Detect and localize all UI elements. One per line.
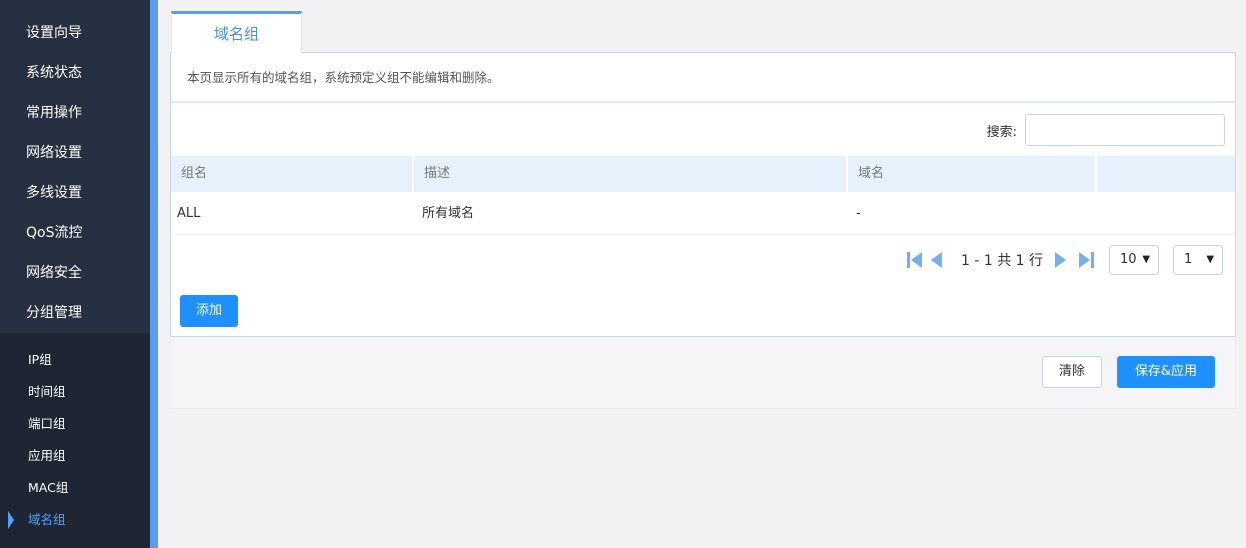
nav-item-network-settings[interactable]: 网络设置 — [0, 133, 150, 173]
sidebar: 设置向导 系统状态 常用操作 网络设置 多线设置 QoS流控 网络安全 分组管理… — [0, 0, 150, 548]
nav-item-common-ops[interactable]: 常用操作 — [0, 93, 150, 133]
chevron-down-icon: ▼ — [1206, 254, 1215, 265]
nav-item-network-security[interactable]: 网络安全 — [0, 253, 150, 293]
last-page-icon[interactable] — [1079, 252, 1095, 268]
submenu-group-management: IP组 时间组 端口组 应用组 MAC组 域名组 — [0, 333, 150, 548]
add-button[interactable]: 添加 — [180, 295, 238, 327]
page-description: 本页显示所有的域名组，系统预定义组不能编辑和删除。 — [171, 53, 1235, 103]
sub-item-time-group[interactable]: 时间组 — [0, 376, 150, 408]
next-page-icon[interactable] — [1055, 252, 1071, 268]
table-header: 组名 描述 域名 — [171, 156, 1235, 192]
cell-description: 所有域名 — [422, 206, 475, 221]
search-label: 搜索: — [986, 124, 1017, 140]
table-row[interactable]: ALL 所有域名 - — [171, 192, 1235, 235]
cell-domain: - — [856, 206, 861, 221]
sidebar-divider[interactable] — [150, 0, 158, 548]
chevron-down-icon: ▼ — [1142, 254, 1151, 265]
sub-item-ip-group[interactable]: IP组 — [0, 344, 150, 376]
page-value: 1 — [1184, 252, 1193, 267]
pagination-summary: 1 - 1 共 1 行 — [961, 253, 1044, 269]
clear-button[interactable]: 清除 — [1042, 356, 1102, 388]
cell-group-name: ALL — [177, 206, 201, 221]
column-header-description[interactable]: 描述 — [414, 156, 848, 192]
column-header-group-name[interactable]: 组名 — [171, 156, 414, 192]
sub-item-domain-group-label: 域名组 — [28, 512, 66, 527]
column-header-actions — [1097, 156, 1235, 192]
tab-domain-group[interactable]: 域名组 — [171, 11, 302, 53]
footer-actions: 清除 保存&应用 — [170, 337, 1236, 409]
nav-item-system-status[interactable]: 系统状态 — [0, 53, 150, 93]
prev-page-icon[interactable] — [931, 252, 947, 268]
nav-item-group-management[interactable]: 分组管理 — [0, 293, 150, 333]
first-page-icon[interactable] — [907, 252, 923, 268]
content-panel: 本页显示所有的域名组，系统预定义组不能编辑和删除。 搜索: 组名 描述 域名 A… — [170, 52, 1236, 337]
active-marker-icon — [8, 511, 14, 529]
sub-item-app-group[interactable]: 应用组 — [0, 440, 150, 472]
column-header-domain[interactable]: 域名 — [848, 156, 1097, 192]
per-page-select[interactable]: 10 ▼ — [1109, 245, 1160, 275]
cell-actions — [1097, 192, 1235, 234]
save-apply-button[interactable]: 保存&应用 — [1117, 356, 1215, 388]
sub-item-domain-group[interactable]: 域名组 — [0, 504, 150, 536]
search-input[interactable] — [1025, 114, 1225, 146]
domain-group-table: 组名 描述 域名 ALL 所有域名 - — [171, 156, 1235, 235]
per-page-value: 10 — [1120, 252, 1137, 267]
pagination: 1 - 1 共 1 行 10 ▼ 1 ▼ — [907, 245, 1224, 275]
sub-item-mac-group[interactable]: MAC组 — [0, 472, 150, 504]
nav-item-qos[interactable]: QoS流控 — [0, 213, 150, 253]
sub-item-port-group[interactable]: 端口组 — [0, 408, 150, 440]
page-select[interactable]: 1 ▼ — [1173, 245, 1224, 275]
nav-item-setup-wizard[interactable]: 设置向导 — [0, 13, 150, 53]
search-row: 搜索: — [987, 114, 1225, 146]
nav-item-multiline-settings[interactable]: 多线设置 — [0, 173, 150, 213]
